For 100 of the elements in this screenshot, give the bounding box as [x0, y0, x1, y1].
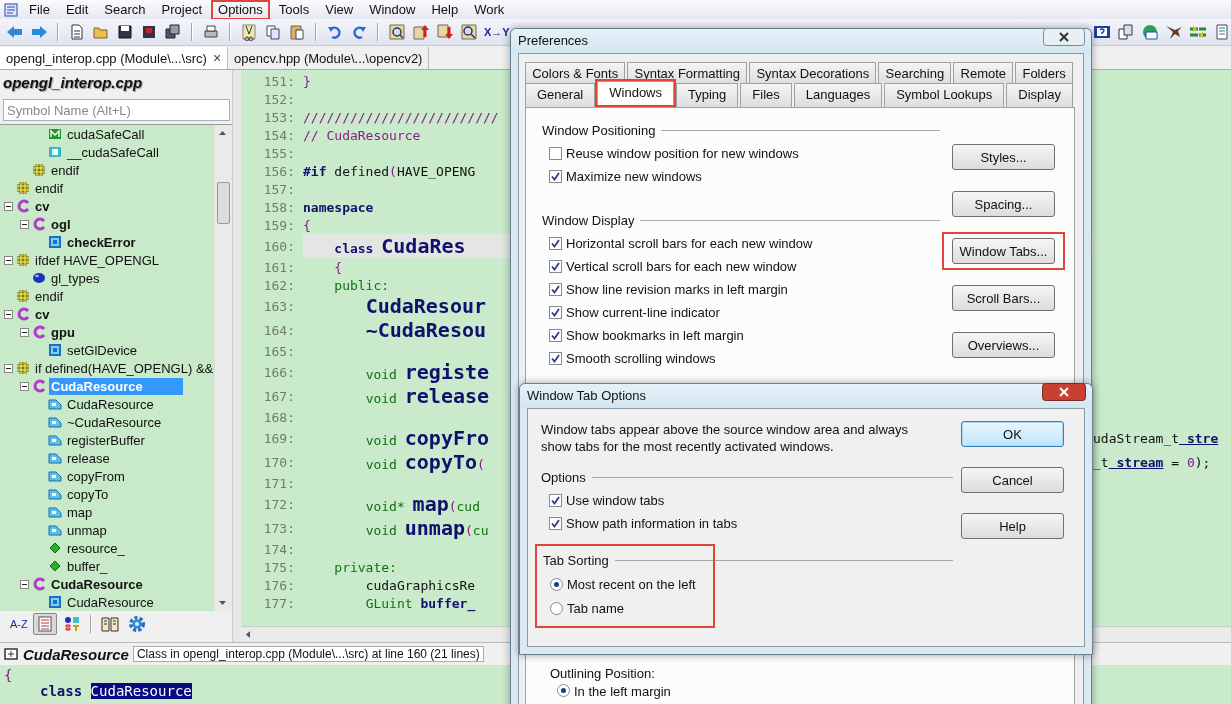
settings-tab[interactable]: Folders — [1015, 62, 1073, 83]
menu-item[interactable]: Search — [97, 0, 153, 20]
tree-item[interactable]: ifdef HAVE_OPENGL — [33, 251, 162, 269]
scroll-thumb[interactable] — [217, 182, 230, 224]
back-icon[interactable] — [6, 23, 24, 41]
tree-item[interactable]: ogl — [49, 215, 73, 233]
checkbox[interactable] — [549, 329, 562, 342]
tree-item[interactable]: CudaResource — [65, 593, 156, 611]
settings-tab[interactable]: Display — [1006, 83, 1073, 107]
tree-item[interactable]: copyFrom — [65, 467, 127, 485]
checkbox[interactable] — [549, 517, 562, 530]
settings-tab[interactable]: Files — [740, 83, 792, 107]
find-up-icon[interactable] — [412, 23, 430, 41]
windows-icon[interactable] — [1117, 23, 1135, 41]
tree-item[interactable]: unmap — [65, 521, 109, 539]
tree-item[interactable]: buffer_ — [65, 557, 110, 575]
settings-tab[interactable]: Languages — [793, 83, 883, 107]
save-icon[interactable] — [116, 23, 134, 41]
tree-item[interactable]: cudaSafeCall — [65, 125, 147, 143]
redo-icon[interactable] — [350, 23, 368, 41]
tree-item[interactable]: resource_ — [65, 539, 127, 557]
menu-item[interactable]: Window — [362, 0, 423, 20]
checkbox[interactable] — [549, 283, 562, 296]
magnifier-icon[interactable] — [460, 23, 478, 41]
settings-tab[interactable]: Remote — [953, 62, 1014, 83]
collapse-toggle-icon[interactable] — [20, 381, 29, 391]
settings-tab[interactable]: Windows — [597, 81, 675, 105]
tree-item[interactable]: endif — [33, 287, 66, 305]
forward-icon[interactable] — [30, 23, 48, 41]
radio-button[interactable] — [550, 577, 563, 591]
collapse-toggle-icon[interactable] — [4, 309, 13, 319]
search-field[interactable]: Symbol Name (Alt+L) — [3, 99, 230, 121]
collapse-toggle-icon[interactable] — [4, 363, 13, 373]
menu-item[interactable]: File — [22, 0, 57, 20]
dialog-button[interactable]: Cancel — [961, 467, 1064, 493]
dialog-button[interactable]: Window Tabs... — [952, 238, 1055, 264]
close-tab-button[interactable]: × — [212, 50, 222, 66]
settings-tab[interactable]: Syntax Decorations — [749, 62, 877, 83]
dialog-button[interactable]: Help — [961, 513, 1064, 539]
save-icon[interactable] — [140, 23, 158, 41]
menu-item[interactable]: Edit — [58, 0, 96, 20]
collapse-toggle-icon[interactable] — [20, 579, 29, 589]
tree-item[interactable]: gpu — [49, 323, 77, 341]
magnifier-icon[interactable] — [388, 23, 406, 41]
close-icon[interactable] — [1042, 383, 1086, 401]
settings-tab[interactable]: Searching — [878, 62, 952, 83]
menu-item[interactable]: Work — [467, 0, 512, 20]
arrows-icon[interactable] — [1189, 23, 1207, 41]
file-tab[interactable]: opengl_interop.cpp (Module\...\src) × — [0, 47, 229, 69]
tree-item[interactable]: endif — [33, 179, 66, 197]
menu-item[interactable]: Help — [424, 0, 466, 20]
list-view-icon[interactable] — [32, 613, 57, 635]
menu-item[interactable]: Tools — [271, 0, 317, 20]
replace-button[interactable]: X→Y — [484, 26, 510, 38]
collapse-toggle-icon[interactable] — [4, 201, 13, 211]
sort-button[interactable]: A-Z — [8, 615, 30, 633]
tree-item[interactable]: registerBuffer — [65, 431, 147, 449]
dialog-button[interactable]: Styles... — [952, 144, 1055, 170]
scrollbar[interactable] — [214, 125, 232, 611]
tree-item[interactable]: gl_types — [49, 269, 102, 287]
tree-item[interactable]: ~CudaResource — [65, 413, 164, 431]
tree-item[interactable]: CudaResource — [49, 575, 145, 593]
radio-button[interactable] — [557, 684, 570, 697]
tree-item[interactable]: map — [65, 503, 95, 521]
checkbox[interactable] — [549, 147, 562, 160]
dialog-button[interactable]: Spacing... — [952, 191, 1055, 217]
radio-button[interactable] — [550, 601, 563, 615]
collapse-toggle-icon[interactable] — [20, 327, 29, 337]
undo-icon[interactable] — [326, 23, 344, 41]
dialog-button[interactable]: Scroll Bars... — [952, 285, 1055, 311]
settings-tab[interactable]: Symbol Lookups — [884, 83, 1005, 107]
help-icon[interactable] — [1093, 23, 1111, 41]
tree-item[interactable]: cv — [33, 197, 52, 215]
tree-item[interactable]: if defined(HAVE_OPENGL) && — [33, 359, 214, 377]
dialog-button[interactable]: Overviews... — [952, 332, 1055, 358]
settings-tab[interactable]: Colors & Fonts — [525, 62, 626, 83]
document-icon[interactable] — [1213, 23, 1231, 41]
tree-item[interactable]: copyTo — [65, 485, 111, 503]
print-icon[interactable] — [202, 23, 220, 41]
menu-item[interactable]: Project — [154, 0, 210, 20]
new-file-icon[interactable] — [68, 23, 86, 41]
tree-item[interactable]: setGlDevice — [65, 341, 140, 359]
paste-icon[interactable] — [288, 23, 306, 41]
dialog-button[interactable]: OK — [961, 421, 1064, 447]
settings-tab[interactable]: Typing — [676, 83, 739, 107]
checkbox[interactable] — [549, 306, 562, 319]
find-down-icon[interactable] — [436, 23, 454, 41]
menu-item[interactable]: View — [318, 0, 361, 20]
checkbox[interactable] — [549, 260, 562, 273]
tree-item[interactable]: release — [65, 449, 112, 467]
checkbox[interactable] — [549, 237, 562, 250]
cut-icon[interactable] — [240, 23, 258, 41]
collapse-toggle-icon[interactable] — [20, 219, 29, 229]
checkbox[interactable] — [549, 352, 562, 365]
checkbox[interactable] — [549, 170, 562, 183]
globe-icon[interactable] — [1141, 23, 1159, 41]
copy-icon[interactable] — [264, 23, 282, 41]
tree-item[interactable]: cv — [33, 305, 52, 323]
settings-tab[interactable]: Syntax Formatting — [627, 62, 748, 83]
collapse-toggle-icon[interactable] — [4, 255, 13, 265]
